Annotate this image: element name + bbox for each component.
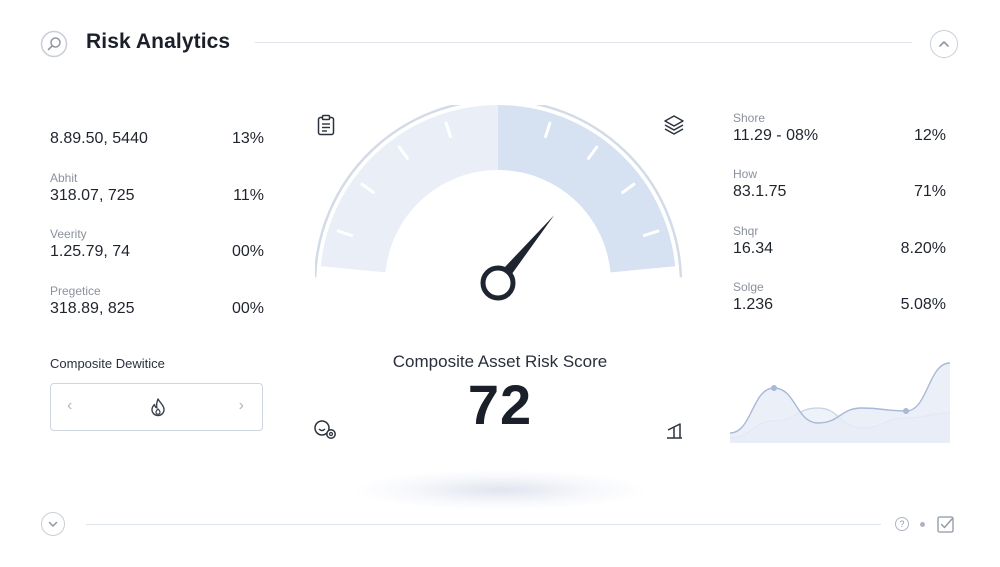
right-metric-row-4: Solge 1.236 5.08%	[733, 280, 946, 324]
left-metric-label: Abhit	[50, 171, 78, 185]
left-metric-value: 8.89.50, 5440	[50, 130, 148, 147]
left-metric-value: 1.25.79, 74	[50, 243, 131, 260]
right-metric-value: 83.1.75	[733, 183, 787, 200]
right-metric-percent: 12%	[913, 127, 946, 144]
right-metric-label: Shore	[733, 111, 766, 125]
right-metric-value: 16.34	[733, 240, 774, 257]
left-metric-row-4: Pregetice 318.89, 825 00%	[50, 284, 264, 328]
selector-next-button[interactable]: ›	[239, 397, 244, 415]
score-value: 72	[467, 373, 533, 436]
mini-chart-point	[903, 408, 909, 414]
left-metric-percent: 13%	[231, 130, 264, 147]
left-metric-value: 318.89, 825	[50, 300, 135, 317]
left-metric-value: 318.07, 725	[50, 187, 135, 204]
footer-divider	[86, 524, 881, 525]
gauge-needle-hub	[480, 265, 516, 301]
gauge-svg	[313, 98, 683, 301]
right-metric-percent: 71%	[913, 183, 946, 200]
help-icon[interactable]: ?	[895, 517, 909, 531]
mini-chart-point	[771, 385, 777, 391]
right-metric-label: How	[733, 167, 758, 181]
page-title: Risk Analytics	[86, 30, 231, 53]
right-metric-row-2: How 83.1.75 71%	[733, 167, 946, 211]
score-label: Composite Asset Risk Score	[392, 352, 608, 371]
right-metric-percent: 5.08%	[900, 296, 946, 313]
collapse-button[interactable]	[930, 30, 958, 58]
flag-icon[interactable]	[662, 418, 686, 442]
right-metric-row-1: Shore 11.29 - 08% 12%	[733, 111, 946, 155]
mini-chart-area-a	[730, 363, 950, 443]
right-metric-label: Solge	[733, 280, 764, 294]
mini-trend-chart	[729, 343, 951, 443]
settings-icon[interactable]	[313, 418, 337, 442]
chevron-down-icon	[48, 521, 58, 527]
left-metric-percent: 00%	[231, 243, 264, 260]
dot-icon	[920, 522, 925, 527]
right-metric-value: 11.29 - 08%	[733, 127, 819, 144]
selector-prev-button[interactable]: ‹	[67, 397, 72, 415]
left-metric-row-3: Veerity 1.25.79, 74 00%	[50, 227, 264, 271]
flame-icon[interactable]	[147, 396, 169, 418]
right-metric-row-3: Shqr 16.34 8.20%	[733, 224, 946, 268]
right-metric-value: 1.236	[733, 296, 774, 313]
expand-button[interactable]	[41, 512, 65, 536]
gauge-track-left	[320, 105, 498, 273]
left-metric-percent: 11%	[233, 187, 264, 204]
composite-selector-label: Composite Dewitice	[50, 356, 165, 371]
left-metric-label: Pregetice	[50, 284, 101, 298]
search-icon[interactable]	[40, 30, 68, 58]
chevron-up-icon	[939, 41, 949, 47]
header-divider	[255, 42, 912, 43]
composite-selector: ‹ ›	[50, 383, 263, 431]
right-metric-label: Shqr	[733, 224, 759, 238]
right-metric-percent: 8.20%	[900, 240, 946, 257]
left-metric-percent: 00%	[231, 300, 264, 317]
left-metric-label: Veerity	[50, 227, 87, 241]
checkbox-icon[interactable]	[937, 516, 954, 533]
gauge-shadow	[355, 470, 645, 510]
risk-gauge	[313, 98, 685, 335]
mini-trend-svg	[729, 362, 951, 443]
left-metric-row-1: 8.89.50, 5440 13%	[50, 114, 264, 158]
left-metric-row-2: Abhit 318.07, 725 11%	[50, 171, 264, 215]
